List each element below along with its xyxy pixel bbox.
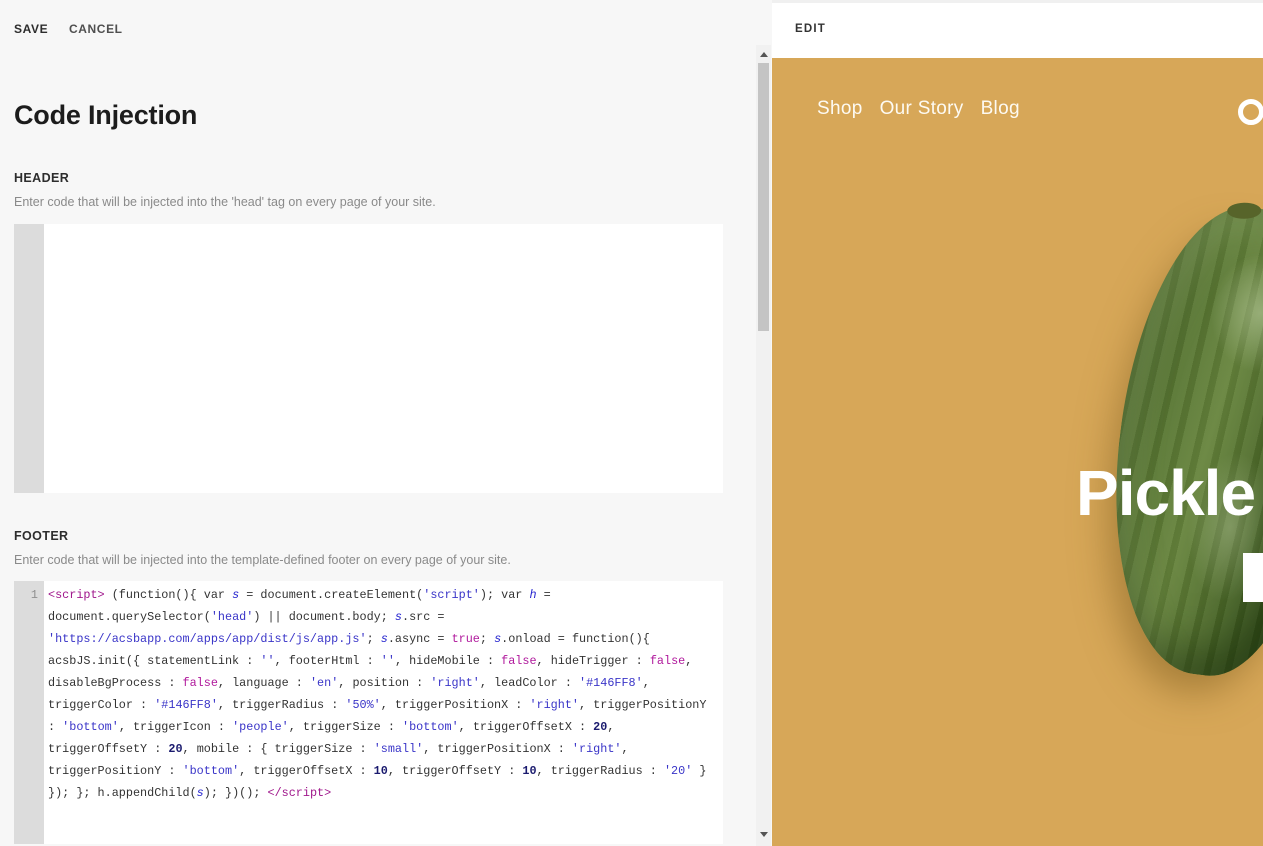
scrollbar-thumb[interactable] (758, 63, 769, 331)
header-code-editor[interactable] (14, 224, 723, 493)
left-panel-scrollbar[interactable] (756, 45, 771, 846)
pickle-photo (1092, 195, 1263, 687)
code-injection-panel: SAVE CANCEL Code Injection HEADER Enter … (0, 0, 756, 846)
cancel-button[interactable]: CANCEL (69, 22, 123, 36)
nav-link-blog[interactable]: Blog (981, 98, 1020, 120)
save-button[interactable]: SAVE (14, 22, 48, 36)
header-section-description: Enter code that will be injected into th… (14, 195, 436, 209)
site-logo-ring-icon[interactable] (1238, 99, 1263, 125)
nav-link-our-story[interactable]: Our Story (880, 98, 964, 120)
scrollbar-up-arrow-icon[interactable] (756, 47, 771, 62)
site-preview-panel: EDIT Shop Our Story Blog Pickle (772, 0, 1263, 846)
footer-code-editor[interactable]: 1 <script> (function(){ var s = document… (14, 581, 723, 844)
site-preview-frame[interactable]: Shop Our Story Blog Pickle (772, 58, 1263, 846)
scrollbar-down-arrow-icon[interactable] (756, 827, 771, 842)
footer-editor-content[interactable]: <script> (function(){ var s = document.c… (44, 581, 723, 844)
page-title: Code Injection (14, 100, 197, 131)
hero-title: Pickle (1076, 456, 1255, 530)
edge-panel-fragment (1243, 553, 1263, 602)
site-navigation: Shop Our Story Blog (817, 98, 1020, 120)
header-section-label: HEADER (14, 171, 69, 185)
header-editor-content[interactable] (44, 224, 723, 493)
footer-editor-gutter: 1 (14, 581, 44, 844)
footer-section-label: FOOTER (14, 529, 68, 543)
header-editor-gutter (14, 224, 44, 493)
preview-edit-bar: EDIT (772, 0, 1263, 58)
nav-link-shop[interactable]: Shop (817, 98, 863, 120)
footer-section-description: Enter code that will be injected into th… (14, 553, 511, 567)
line-number: 1 (14, 581, 44, 606)
edit-button[interactable]: EDIT (795, 23, 826, 35)
